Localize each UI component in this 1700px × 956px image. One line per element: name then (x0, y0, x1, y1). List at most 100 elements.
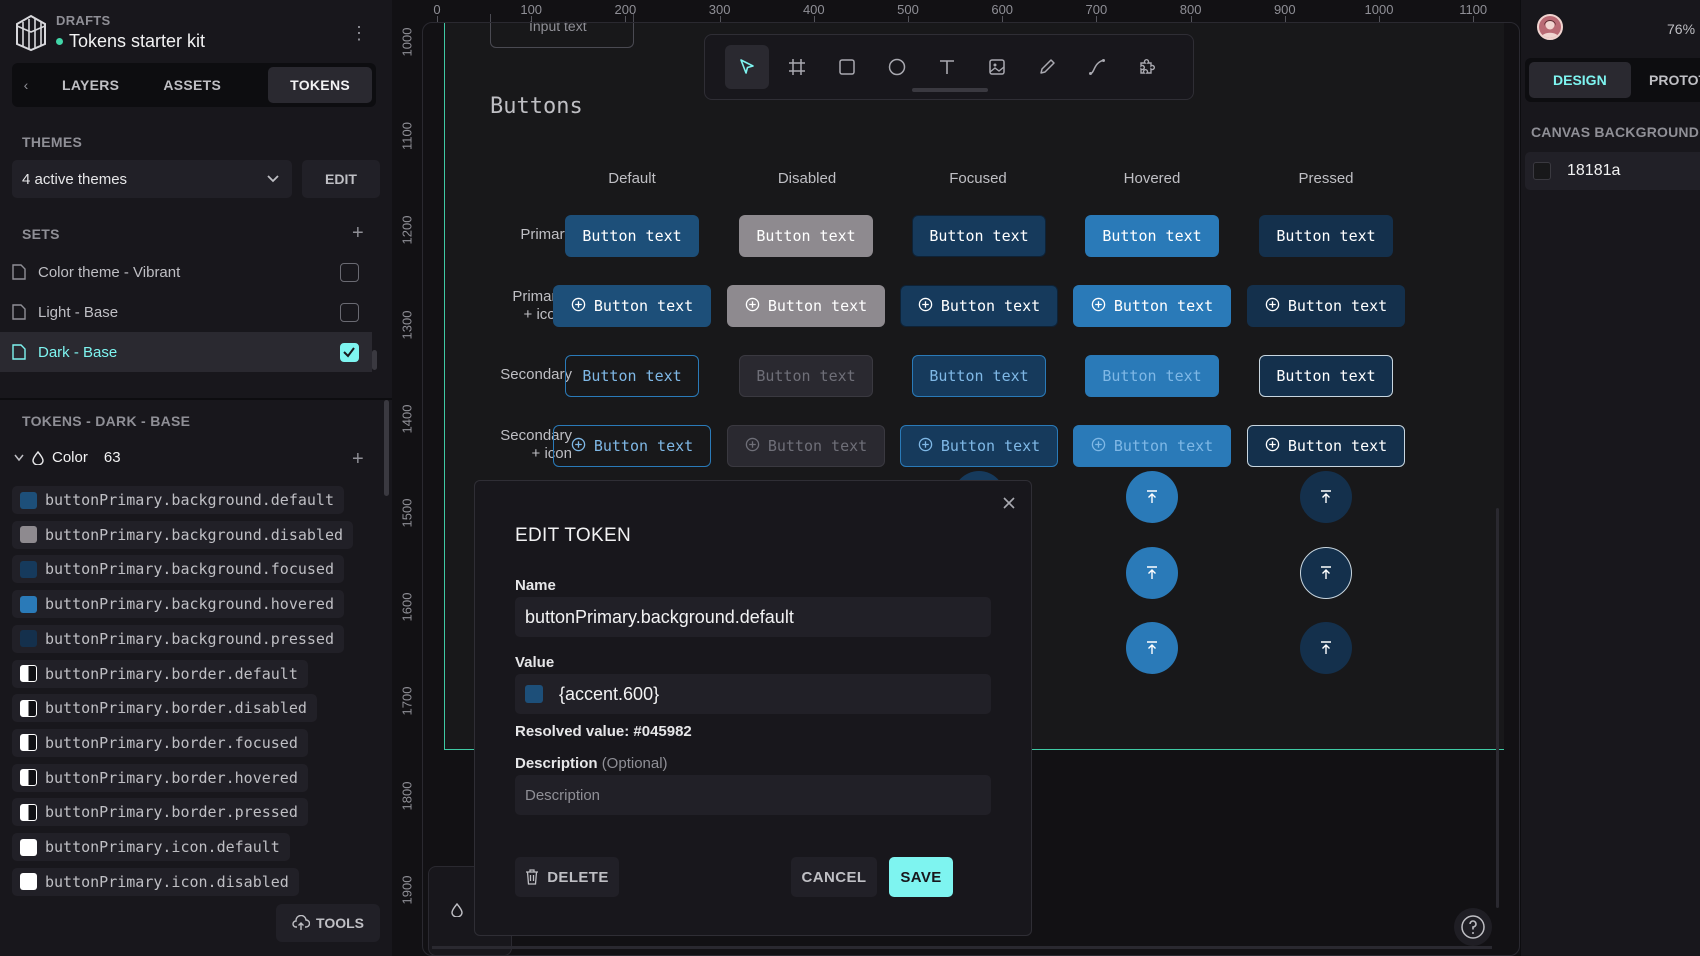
add-set-icon[interactable]: + (352, 223, 364, 243)
help-icon[interactable] (1454, 908, 1492, 946)
project-logo-icon[interactable] (14, 12, 48, 52)
ruler-tick-label: 1800 (399, 781, 415, 811)
set-checkbox[interactable] (340, 303, 359, 322)
set-item-label: Light - Base (38, 303, 119, 321)
sample-button-primary-disabled[interactable]: Button text (739, 215, 873, 257)
project-name[interactable]: Tokens starter kit (56, 31, 205, 52)
text-tool-icon[interactable] (925, 45, 969, 89)
sample-button-secondary-focused[interactable]: Button text (912, 355, 1046, 397)
icon-button-pressed[interactable] (1300, 471, 1352, 523)
icon-button-hovered[interactable] (1126, 622, 1178, 674)
icon-button-hovered[interactable] (1126, 547, 1178, 599)
set-checkbox-checked[interactable] (340, 343, 359, 362)
sample-button-primary-icon-hovered[interactable]: Button text (1073, 285, 1231, 327)
token-item[interactable]: buttonPrimary.background.focused (12, 555, 344, 584)
icon-button-pressed[interactable] (1300, 547, 1352, 599)
plus-circle-icon (1265, 297, 1280, 316)
tokens-scrollbar[interactable] (384, 400, 389, 496)
canvas-background-swatch[interactable] (1533, 162, 1551, 180)
set-checkbox[interactable] (340, 263, 359, 282)
token-group-color[interactable]: Color 63 (14, 449, 121, 466)
sample-button-secondary-icon-disabled[interactable]: Button text (727, 425, 885, 467)
token-item[interactable]: buttonPrimary.icon.disabled (12, 867, 299, 896)
rectangle-tool-icon[interactable] (825, 45, 869, 89)
sample-button-primary-icon-pressed[interactable]: Button text (1247, 285, 1405, 327)
token-color-swatch (20, 595, 37, 613)
add-token-icon[interactable]: + (352, 449, 364, 469)
sample-button-secondary-icon-pressed[interactable]: Button text (1247, 425, 1405, 467)
description-input[interactable]: Description (515, 775, 991, 815)
token-name-input[interactable]: buttonPrimary.background.default (515, 597, 991, 637)
plugins-puzzle-icon[interactable] (1125, 45, 1169, 89)
path-tool-icon[interactable] (1075, 45, 1119, 89)
upload-arrow-icon (1321, 641, 1331, 654)
set-item-light-base[interactable]: Light - Base (0, 292, 372, 332)
user-avatar[interactable] (1537, 14, 1563, 40)
token-item[interactable]: buttonPrimary.border.hovered (12, 763, 308, 792)
close-icon[interactable] (1001, 495, 1017, 511)
token-item[interactable]: buttonPrimary.icon.default (12, 833, 290, 861)
ruler-tick-label: 900 (1273, 2, 1296, 17)
sample-button-secondary-hovered[interactable]: Button text (1085, 355, 1219, 397)
move-tool-icon[interactable] (725, 45, 769, 89)
themes-select[interactable]: 4 active themes (12, 160, 292, 198)
tab-layers[interactable]: LAYERS (40, 67, 141, 103)
sets-scrollbar[interactable] (372, 350, 377, 370)
canvas-horizontal-scrollbar[interactable] (432, 946, 1492, 949)
tab-assets[interactable]: ASSETS (141, 67, 243, 103)
token-item[interactable]: buttonPrimary.border.pressed (12, 798, 308, 827)
sample-button-primary-hovered[interactable]: Button text (1085, 215, 1219, 257)
token-item[interactable]: buttonPrimary.border.disabled (12, 694, 317, 723)
collapse-back-icon[interactable]: ‹ (12, 77, 40, 93)
sample-button-primary-pressed[interactable]: Button text (1259, 215, 1393, 257)
dialog-title: EDIT TOKEN (515, 525, 631, 546)
board-tool-icon[interactable] (775, 45, 819, 89)
input-component-preview[interactable]: Input text (490, 14, 634, 48)
token-item[interactable]: buttonPrimary.background.hovered (12, 590, 344, 619)
sample-button-secondary-icon-default[interactable]: Button text (553, 425, 711, 467)
token-item[interactable]: buttonPrimary.border.focused (12, 728, 308, 757)
tools-button[interactable]: TOOLS (276, 904, 380, 942)
sample-button-secondary-icon-hovered[interactable]: Button text (1073, 425, 1231, 467)
token-item[interactable]: buttonPrimary.background.disabled (12, 520, 354, 549)
document-icon (12, 344, 26, 360)
cancel-button[interactable]: CANCEL (791, 857, 877, 897)
sample-button-secondary-default[interactable]: Button text (565, 355, 699, 397)
token-color-swatch (20, 734, 37, 752)
button-text: Button text (1287, 297, 1388, 315)
sample-button-secondary-pressed[interactable]: Button text (1259, 355, 1393, 397)
set-item-dark-base[interactable]: Dark - Base (0, 332, 372, 372)
sample-button-primary-focused[interactable]: Button text (912, 215, 1046, 257)
value-color-swatch[interactable] (525, 685, 543, 703)
sample-button-primary-icon-default[interactable]: Button text (553, 285, 711, 327)
icon-button-hovered[interactable] (1126, 471, 1178, 523)
tab-design[interactable]: DESIGN (1529, 62, 1631, 98)
save-button[interactable]: SAVE (889, 857, 953, 897)
canvas-background-input[interactable]: 18181a (1525, 152, 1700, 190)
toolbar-drag-handle[interactable] (912, 88, 988, 92)
sample-button-secondary-disabled[interactable]: Button text (739, 355, 873, 397)
sample-button-secondary-icon-focused[interactable]: Button text (900, 425, 1058, 467)
canvas-vertical-scrollbar[interactable] (1496, 508, 1499, 908)
ruler-tick-label: 1000 (399, 27, 415, 57)
upload-arrow-icon (1321, 490, 1331, 503)
image-tool-icon[interactable] (975, 45, 1019, 89)
edit-themes-button[interactable]: EDIT (302, 160, 380, 198)
sample-button-primary-icon-disabled[interactable]: Button text (727, 285, 885, 327)
icon-button-pressed[interactable] (1300, 622, 1352, 674)
delete-button[interactable]: DELETE (515, 857, 619, 897)
droplet-icon[interactable] (451, 903, 463, 917)
token-item[interactable]: buttonPrimary.background.default (12, 486, 344, 514)
sample-button-primary-default[interactable]: Button text (565, 215, 699, 257)
project-menu-icon[interactable]: ⋮ (350, 23, 368, 43)
pencil-tool-icon[interactable] (1025, 45, 1069, 89)
ellipse-tool-icon[interactable] (875, 45, 919, 89)
token-value-input[interactable]: {accent.600} (515, 674, 991, 714)
token-item[interactable]: buttonPrimary.background.pressed (12, 624, 344, 653)
set-item-color-theme-vibrant[interactable]: Color theme - Vibrant (0, 252, 372, 292)
tab-tokens[interactable]: TOKENS (268, 67, 372, 103)
zoom-level[interactable]: 76% (1667, 21, 1695, 37)
tab-prototype[interactable]: PROTOTYPE (1625, 62, 1700, 98)
sample-button-primary-icon-focused[interactable]: Button text (900, 285, 1058, 327)
token-item[interactable]: buttonPrimary.border.default (12, 659, 308, 688)
